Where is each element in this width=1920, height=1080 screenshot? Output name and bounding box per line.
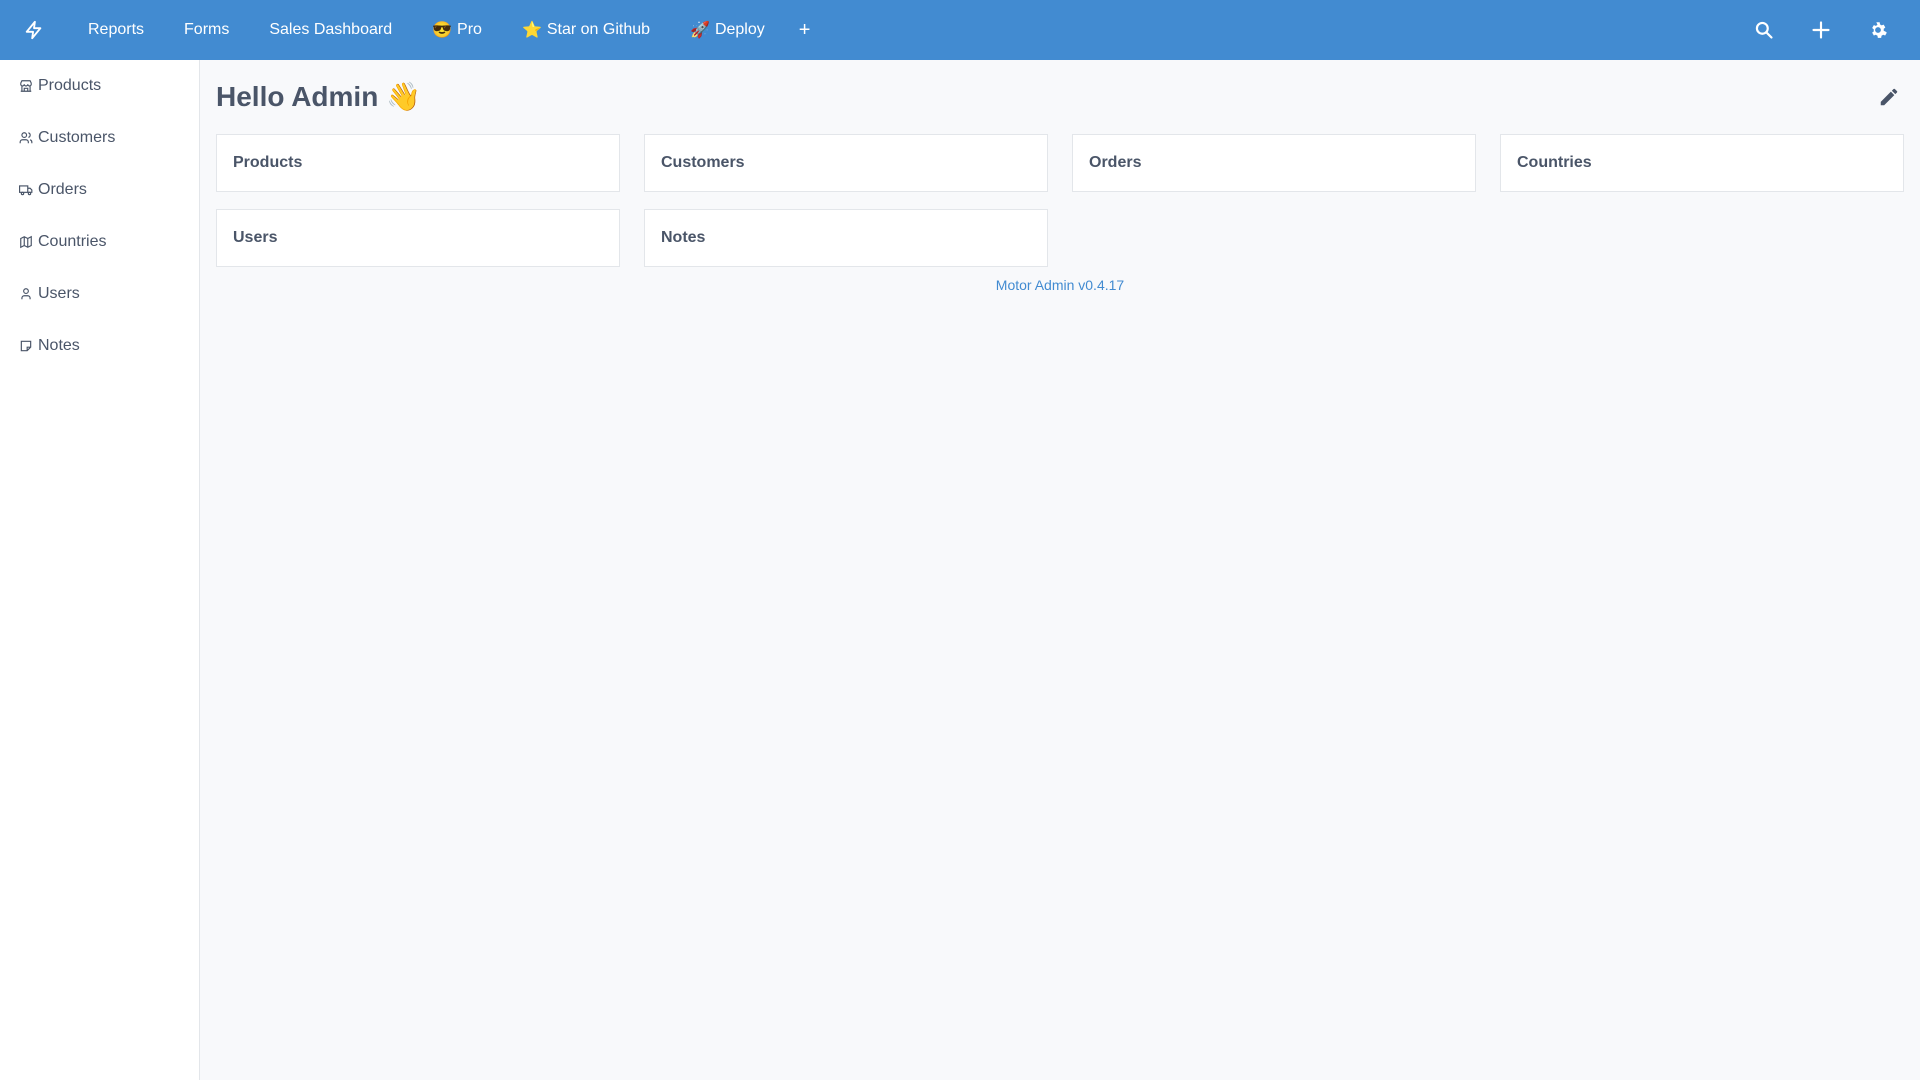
card-label: Countries <box>1517 154 1592 171</box>
sidebar-item-notes[interactable]: Notes <box>0 320 199 372</box>
search-icon[interactable] <box>1735 0 1792 60</box>
nav-forms[interactable]: Forms <box>164 0 249 60</box>
user-icon <box>19 287 33 301</box>
pencil-icon[interactable] <box>1874 82 1904 112</box>
nav-sales-dashboard[interactable]: Sales Dashboard <box>249 0 412 60</box>
building-store-icon <box>19 79 33 93</box>
nav-deploy-label: Deploy <box>714 21 765 38</box>
sidebar-item-label: Orders <box>38 181 87 198</box>
page-title: Hello Admin 👋 <box>216 80 421 112</box>
top-navbar: Reports Forms Sales Dashboard 😎 Pro ⭐ Star… <box>0 0 1920 60</box>
plus-icon[interactable] <box>1792 0 1849 60</box>
sidebar-item-countries[interactable]: Countries <box>0 216 199 268</box>
sidebar-item-users[interactable]: Users <box>0 268 199 320</box>
card-label: Users <box>233 229 278 246</box>
nav-pro-label: Pro <box>457 21 482 38</box>
main-content: Hello Admin 👋 Products Customers Orders … <box>200 60 1920 1080</box>
sidebar-item-products[interactable]: Products <box>0 60 199 112</box>
card-label: Orders <box>1089 154 1142 171</box>
sunglasses-emoji-icon: 😎 <box>432 22 453 39</box>
card-notes[interactable]: Notes <box>644 209 1048 267</box>
card-countries[interactable]: Countries <box>1500 134 1904 192</box>
users-icon <box>19 131 33 145</box>
map-icon <box>19 235 33 249</box>
nav-pro[interactable]: 😎 Pro <box>412 0 502 60</box>
card-products[interactable]: Products <box>216 134 620 192</box>
rocket-emoji-icon: 🚀 <box>690 22 710 39</box>
sidebar: Products Customers Orders Countries User… <box>0 60 200 1080</box>
card-customers[interactable]: Customers <box>644 134 1048 192</box>
version-link[interactable]: Motor Admin v0.4.17 <box>996 277 1124 293</box>
add-nav-item-button[interactable]: + <box>785 0 825 60</box>
page-header: Hello Admin 👋 <box>216 60 1904 132</box>
sidebar-item-label: Notes <box>38 337 80 354</box>
sidebar-item-orders[interactable]: Orders <box>0 164 199 216</box>
nav-deploy[interactable]: 🚀 Deploy <box>670 0 785 60</box>
card-users[interactable]: Users <box>216 209 620 267</box>
card-label: Customers <box>661 154 745 171</box>
sidebar-item-customers[interactable]: Customers <box>0 112 199 164</box>
sidebar-item-label: Countries <box>38 233 107 250</box>
nav-reports-label: Reports <box>88 21 145 38</box>
nav-star-on-github[interactable]: ⭐ Star on Github <box>502 0 670 60</box>
nav-reports[interactable]: Reports <box>68 0 164 60</box>
bolt-logo-icon[interactable] <box>0 0 68 60</box>
nav-forms-label: Forms <box>184 21 230 38</box>
sidebar-item-label: Users <box>38 285 80 302</box>
sidebar-item-label: Customers <box>38 129 116 146</box>
top-nav: Reports Forms Sales Dashboard 😎 Pro ⭐ Star… <box>68 0 824 60</box>
star-emoji-icon: ⭐ <box>521 22 542 39</box>
footer: Motor Admin v0.4.17 <box>216 277 1904 293</box>
top-right-actions <box>1735 0 1920 60</box>
truck-icon <box>19 183 33 197</box>
card-label: Products <box>233 154 303 171</box>
nav-star-on-github-label: Star on Github <box>546 21 651 38</box>
dashboard-card-grid: Products Customers Orders Countries User… <box>216 134 1904 267</box>
sidebar-item-label: Products <box>38 77 102 94</box>
nav-sales-dashboard-label: Sales Dashboard <box>269 21 393 38</box>
card-label: Notes <box>661 229 706 246</box>
note-icon <box>19 339 33 353</box>
gear-icon[interactable] <box>1849 0 1906 60</box>
card-orders[interactable]: Orders <box>1072 134 1476 192</box>
